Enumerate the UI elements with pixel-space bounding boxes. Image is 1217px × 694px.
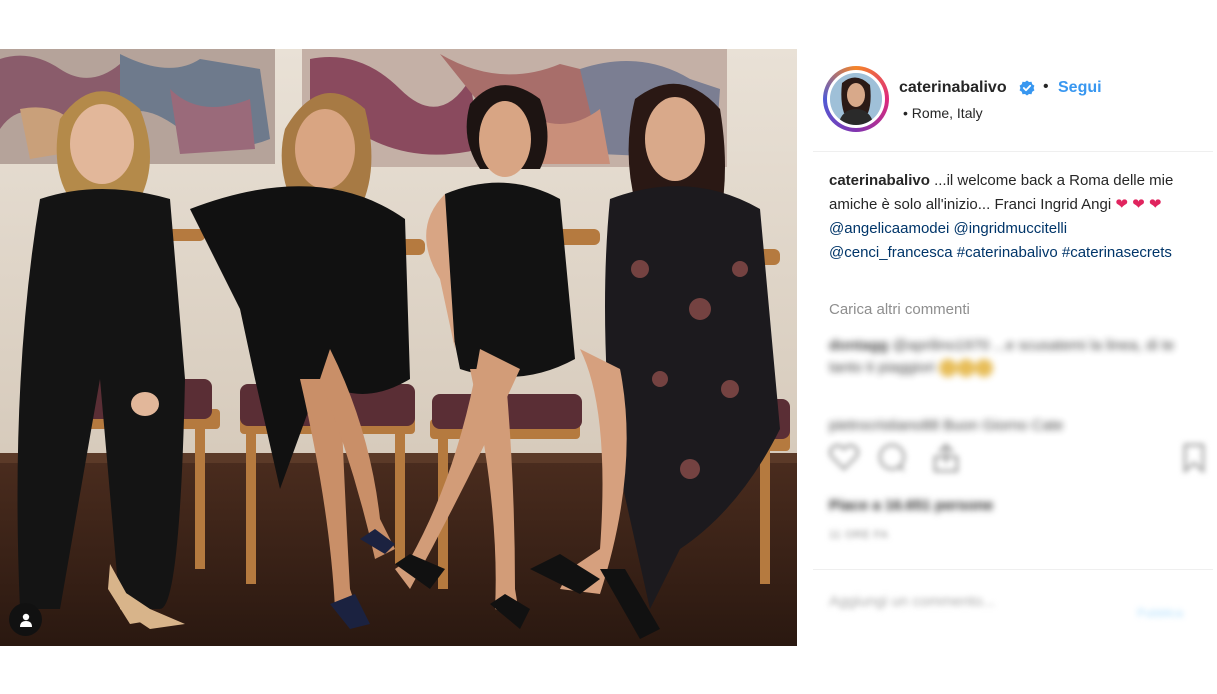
- bookmark-icon[interactable]: [1183, 443, 1205, 478]
- caption-author[interactable]: caterinabalivo: [829, 172, 930, 189]
- emoji-icon: [939, 359, 958, 378]
- load-more-comments-button[interactable]: Carica altri commenti: [829, 301, 970, 318]
- comment-author[interactable]: dontagg: [829, 337, 888, 354]
- likes-count[interactable]: Piace a 16.651 persone: [829, 497, 993, 514]
- comment-item: pietrocristiano88 Buon Giorno Cate: [829, 417, 1064, 434]
- comment-item: dontagg @aprilino1970 ...e scusatemi la …: [829, 335, 1189, 379]
- caption-hashtag[interactable]: #caterinabalivo: [957, 244, 1058, 261]
- post-header: caterinabalivo • Segui • Rome, Italy: [813, 49, 1213, 152]
- post-side-panel: caterinabalivo • Segui • Rome, Italy cat…: [813, 49, 1213, 646]
- heart-emoji-2: ❤: [1132, 196, 1145, 213]
- caption-mention[interactable]: @cenci_francesca: [829, 244, 953, 261]
- follow-button[interactable]: Segui: [1058, 79, 1102, 97]
- photo-illustration: [0, 49, 797, 646]
- comment-box: Aggiungi un commento... Pubblica: [813, 569, 1213, 647]
- caption-hashtag[interactable]: #caterinasecrets: [1062, 244, 1172, 261]
- post-location[interactable]: • Rome, Italy: [903, 105, 983, 121]
- story-ring[interactable]: [823, 66, 889, 132]
- user-tag-icon[interactable]: [9, 603, 42, 636]
- comment-input[interactable]: Aggiungi un commento...: [829, 593, 995, 610]
- verified-badge-icon: [1019, 80, 1035, 101]
- caption-mention[interactable]: @angelicaamodei: [829, 220, 949, 237]
- avatar[interactable]: [827, 70, 885, 128]
- heart-emoji-3: ❤: [1148, 196, 1162, 213]
- post-username[interactable]: caterinabalivo: [899, 79, 1007, 97]
- caption-mention[interactable]: @ingridmuccitelli: [953, 220, 1067, 237]
- post-photo[interactable]: [0, 49, 797, 646]
- comment-icon[interactable]: [877, 443, 907, 478]
- post-caption: caterinabalivo ...il welcome back a Roma…: [829, 169, 1179, 265]
- share-icon[interactable]: [931, 443, 961, 478]
- publish-button[interactable]: Pubblica: [1137, 606, 1183, 620]
- post-date: 11 ORE FA: [829, 529, 889, 541]
- emoji-icon: [957, 359, 976, 378]
- heart-icon[interactable]: [829, 443, 859, 476]
- emoji-icon: [975, 359, 994, 378]
- heart-emoji-1: ❤: [1115, 196, 1128, 213]
- header-separator: •: [1043, 78, 1049, 95]
- action-row: [825, 443, 1205, 483]
